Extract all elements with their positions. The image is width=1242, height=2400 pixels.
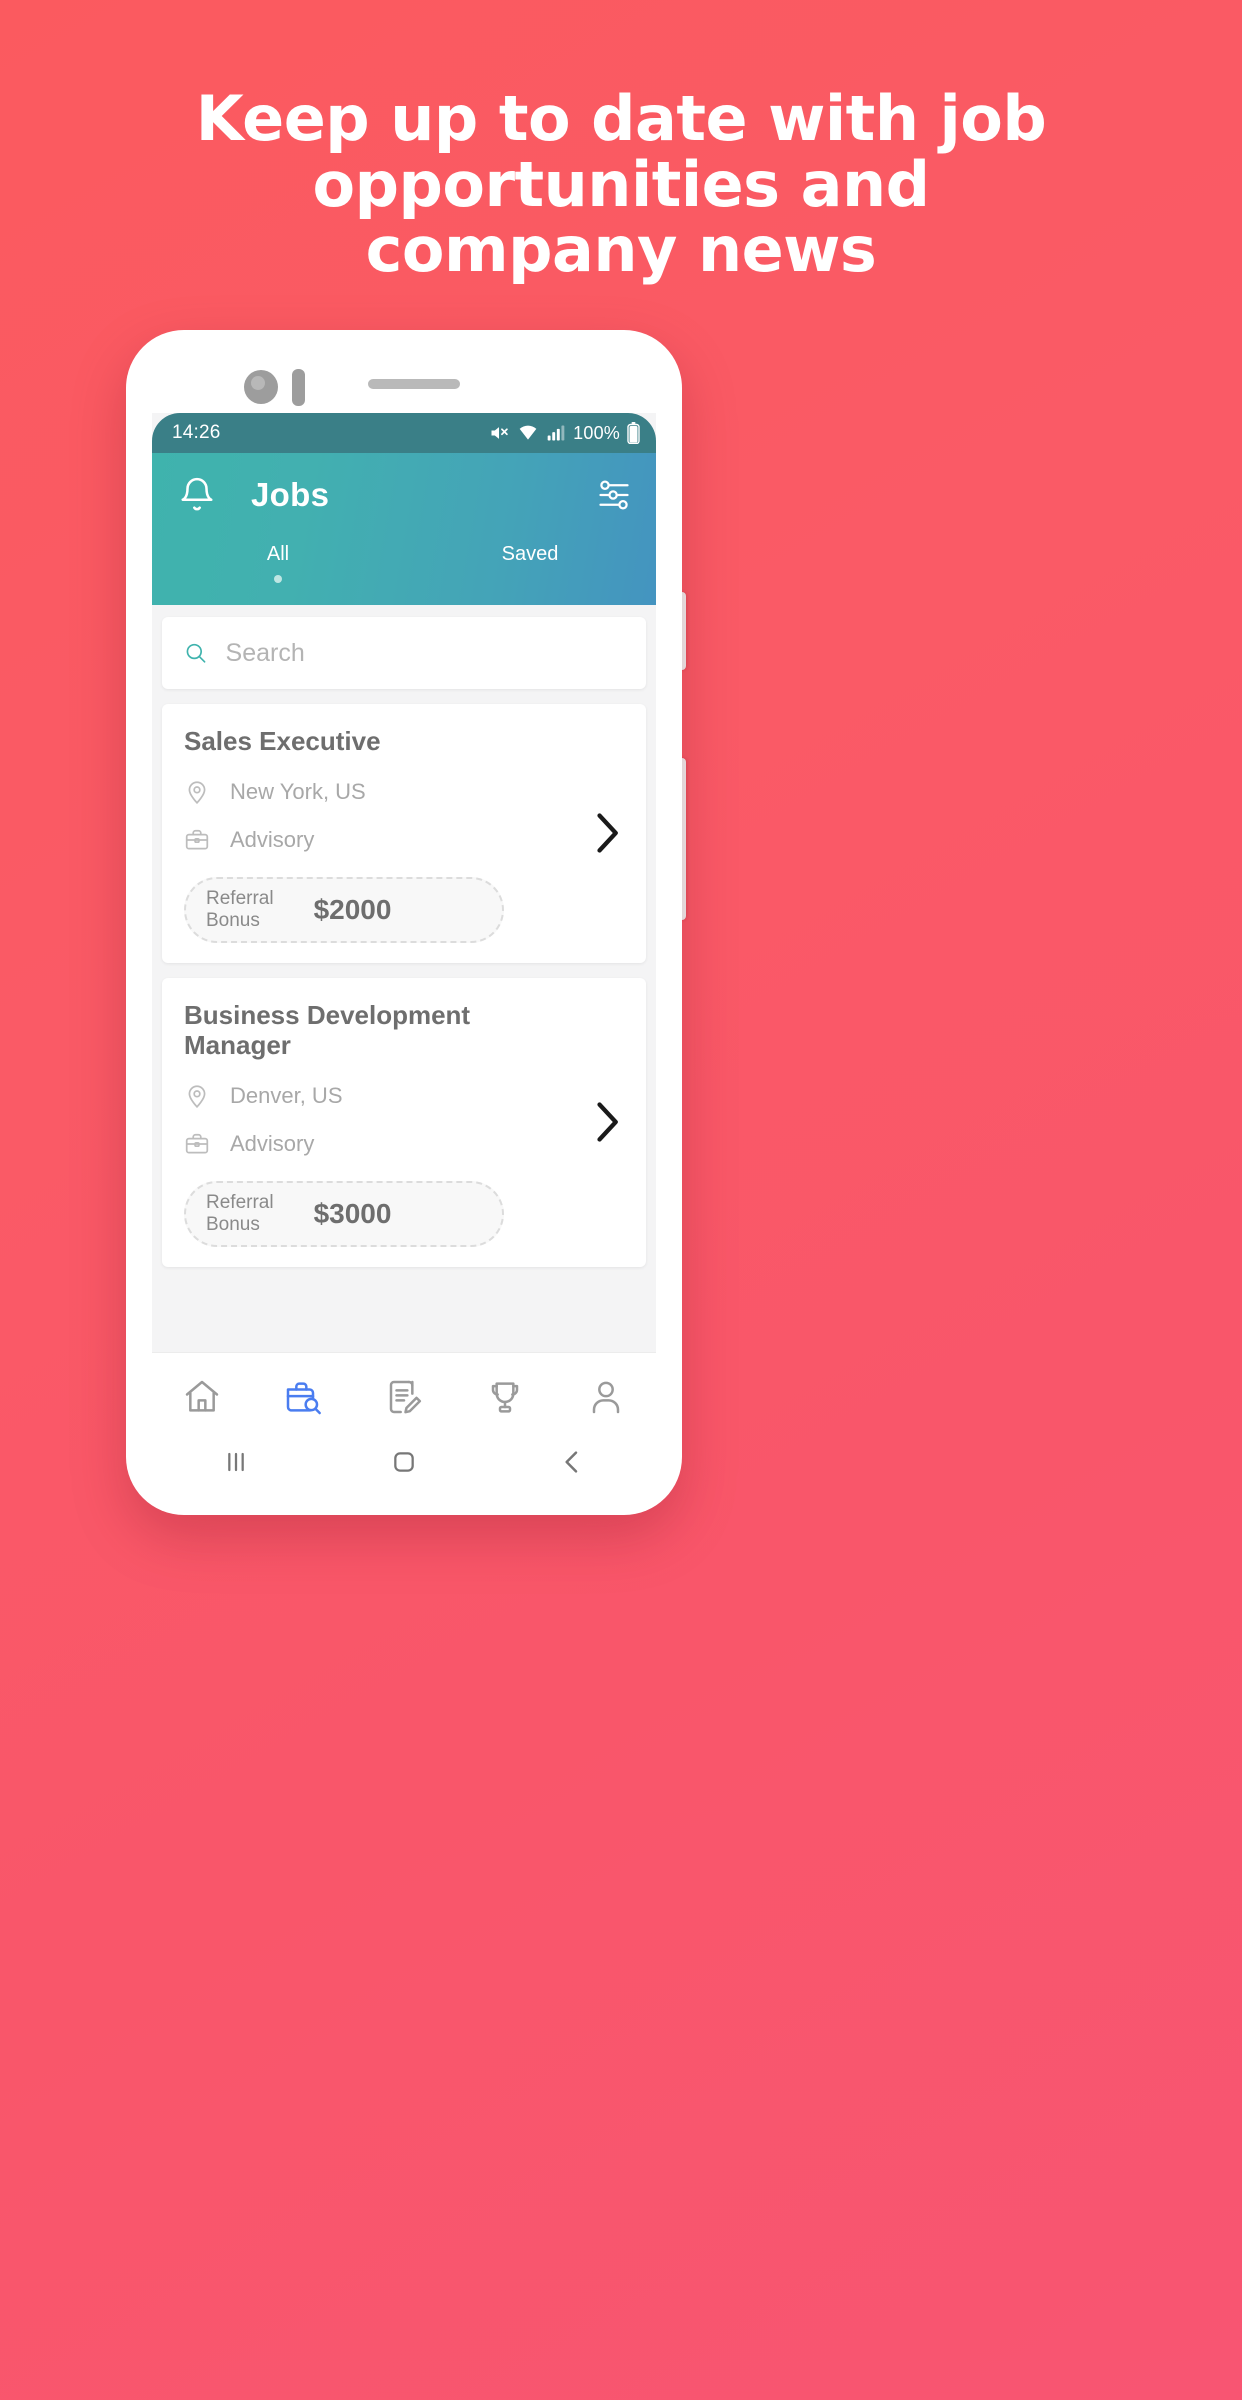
app-bar-title: Jobs <box>251 476 330 513</box>
mute-icon <box>491 427 508 439</box>
job-department-row: Advisory <box>162 1131 646 1157</box>
search-icon <box>186 643 206 663</box>
tab-all[interactable]: All <box>152 537 404 605</box>
job-department: Advisory <box>230 1131 315 1157</box>
status-time: 14:26 <box>172 422 221 443</box>
page-title: Keep up to date with job opportunities a… <box>195 82 1047 287</box>
tab-all-label: All <box>266 543 290 565</box>
job-card[interactable]: Business Development Manager Denver, US <box>162 977 646 1268</box>
promo-screenshot: Keep up to date with job opportunities a… <box>0 0 1242 2400</box>
status-icons: 100% <box>488 422 640 444</box>
recents-icon <box>228 1452 244 1472</box>
briefcase-icon <box>185 829 209 850</box>
job-card[interactable]: Sales Executive New York, US Advisory Re… <box>162 704 646 963</box>
bottom-navigation <box>152 1352 656 1428</box>
proximity-sensor-icon <box>292 369 305 406</box>
referral-bonus-amount: $3000 <box>313 1198 392 1230</box>
tab-saved[interactable]: Saved <box>404 537 656 605</box>
nav-item-surveys[interactable] <box>354 1377 455 1417</box>
nav-item-home[interactable] <box>152 1377 253 1417</box>
job-search-icon <box>286 1381 322 1414</box>
chevron-right-icon[interactable] <box>592 811 622 855</box>
status-bar: 14:26 100% <box>152 413 656 453</box>
tab-saved-label: Saved <box>501 543 559 565</box>
tab-bar: All Saved <box>152 537 656 605</box>
app-bar-top-row: Jobs <box>152 453 656 537</box>
referral-bonus-pill: Referral Bonus $2000 <box>184 876 504 943</box>
app-bar: Jobs All Saved <box>152 453 656 605</box>
back-icon <box>565 1451 578 1473</box>
document-edit-icon <box>389 1380 422 1413</box>
earpiece-speaker <box>368 379 460 389</box>
referral-bonus-pill: Referral Bonus $3000 <box>184 1181 504 1248</box>
home-icon <box>186 1380 219 1412</box>
job-department-row: Advisory <box>162 827 646 853</box>
front-camera-icon <box>244 370 278 404</box>
briefcase-icon <box>185 1133 209 1154</box>
sysnav-recents[interactable] <box>152 1446 320 1478</box>
battery-percent: 100% <box>573 422 620 443</box>
home-square-icon <box>394 1452 414 1472</box>
job-location-row: Denver, US <box>162 1083 646 1109</box>
nav-item-rewards[interactable] <box>454 1377 555 1417</box>
jobs-list-container: Sales Executive New York, US <box>152 617 656 1428</box>
tab-active-indicator <box>274 575 282 583</box>
phone-mockup: 14:26 100% Jobs All Saved Search Sales E… <box>126 330 682 1515</box>
location-pin-icon <box>188 1085 206 1109</box>
phone-hardware-row <box>126 358 682 412</box>
trophy-icon <box>491 1381 519 1413</box>
signal-icon <box>547 425 565 441</box>
job-location-row: New York, US <box>162 779 646 805</box>
profile-icon <box>592 1381 619 1413</box>
referral-bonus-amount: $2000 <box>313 893 392 925</box>
sysnav-home[interactable] <box>320 1446 488 1478</box>
sysnav-back[interactable] <box>488 1446 656 1478</box>
nav-item-profile[interactable] <box>555 1377 656 1417</box>
job-department: Advisory <box>230 826 315 852</box>
job-title: Business Development Manager <box>184 999 471 1061</box>
job-location: Denver, US <box>230 1083 343 1109</box>
wifi-icon <box>519 425 537 440</box>
job-location: New York, US <box>230 778 366 804</box>
chevron-right-icon[interactable] <box>592 1100 622 1144</box>
job-title: Sales Executive <box>184 726 381 756</box>
battery-icon <box>627 422 640 444</box>
search-input[interactable] <box>225 638 624 668</box>
referral-bonus-label: Referral Bonus <box>206 1192 274 1236</box>
bell-icon[interactable] <box>178 476 216 514</box>
location-pin-icon <box>188 781 206 804</box>
referral-bonus-label: Referral Bonus <box>206 887 274 931</box>
filter-sliders-icon[interactable] <box>596 477 632 513</box>
search-bar[interactable] <box>162 617 646 689</box>
android-system-nav <box>152 1431 656 1493</box>
nav-item-jobs[interactable] <box>253 1377 354 1417</box>
app-screen: 14:26 100% Jobs All Saved Search Sales E… <box>152 413 656 1428</box>
